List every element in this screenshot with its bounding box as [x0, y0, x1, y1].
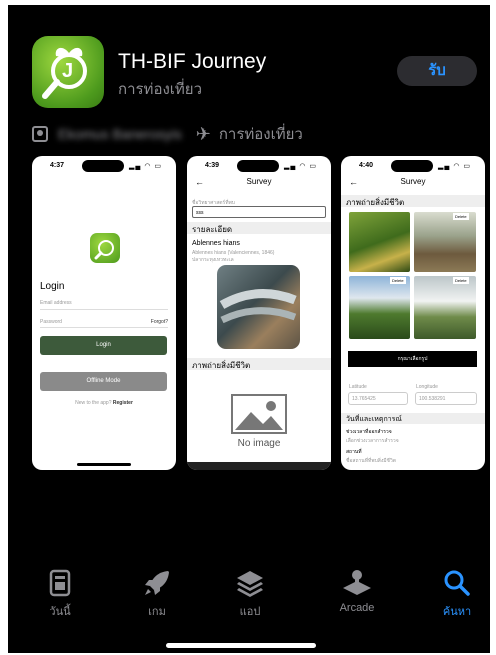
longitude-input[interactable]: 100.538291: [415, 392, 477, 405]
tab-apps[interactable]: แอป: [215, 568, 285, 620]
back-arrow-icon[interactable]: ←: [195, 177, 204, 187]
register-link[interactable]: Register: [113, 400, 133, 406]
section-photos: ภาพถ่ายสิ่งมีชีวิต: [192, 361, 251, 370]
tab-label: วันนี้: [49, 606, 71, 618]
status-time: 4:37: [50, 162, 65, 169]
photo-thumbnail[interactable]: [349, 212, 410, 272]
nav-title: Survey: [246, 177, 272, 186]
species-sub2: ปลากระทุงเหวทะเล: [192, 257, 234, 263]
date-input[interactable]: เลือกช่วงเวลาการสำรวจ: [346, 437, 399, 445]
photo-thumbnail[interactable]: [414, 276, 476, 339]
image-placeholder-icon: [231, 394, 287, 434]
app-store-page: J TH-BIF Journey การท่องเที่ยว รับ Ekomu…: [8, 5, 490, 653]
developer-icon: [32, 126, 48, 142]
place-label: สถานที่: [346, 449, 362, 455]
search-icon: [422, 568, 490, 598]
back-arrow-icon[interactable]: ←: [349, 177, 358, 187]
tab-bar: วันนี้ เกม แอป Arcade ค้นหา: [8, 558, 490, 628]
login-app-icon: [90, 233, 120, 263]
home-indicator[interactable]: [166, 643, 316, 648]
screenshot-login[interactable]: 4:37 ▂▄ ◠ ▭ Login Email address Password …: [32, 156, 176, 470]
login-button[interactable]: Login: [40, 336, 167, 355]
photo-thumbnail[interactable]: [414, 212, 476, 272]
tab-arcade[interactable]: Arcade: [322, 568, 392, 614]
species-input[interactable]: sss: [192, 206, 326, 218]
species-photo: [217, 265, 300, 349]
delete-button[interactable]: Delete: [453, 213, 469, 220]
rocket-icon: [122, 568, 192, 598]
app-icon: J: [32, 36, 104, 108]
delete-button[interactable]: Delete: [453, 277, 469, 284]
joystick-icon: [322, 568, 392, 598]
section-date: วันที่และเหตุการณ์: [346, 416, 402, 423]
tab-today[interactable]: วันนี้: [25, 568, 95, 620]
new-text: New to the app?: [75, 400, 112, 406]
developer-name[interactable]: Ekomus Banerosyis: [58, 126, 182, 142]
delete-button[interactable]: Delete: [390, 277, 406, 284]
species-name: Ablennes hians: [192, 240, 240, 247]
screenshot-survey-photos[interactable]: 4:40 ▂▄ ◠ ▭ ← Survey ภาพถ่ายสิ่งมีชีวิต De…: [341, 156, 485, 470]
app-icon-letter: J: [62, 60, 74, 82]
signal-icon: ▂▄ ◠ ▭: [129, 163, 162, 170]
app-subtitle: การท่องเที่ยว: [118, 81, 203, 98]
tab-label: แอป: [239, 606, 261, 618]
register-row: New to the app? Register: [32, 400, 176, 406]
screenshot-survey-detail[interactable]: 4:39 ▂▄ ◠ ▭ ← Survey ชื่อวิทยาศาสตร์ที่พบ …: [187, 156, 331, 470]
tab-label: Arcade: [339, 602, 375, 614]
status-time: 4:40: [359, 162, 374, 169]
developer-row: Ekomus Banerosyis ✈ การท่องเที่ยว: [32, 123, 303, 145]
status-time: 4:39: [205, 162, 220, 169]
section-photos: ภาพถ่ายสิ่งมีชีวิต: [346, 198, 405, 207]
offline-mode-button[interactable]: Offline Mode: [40, 372, 167, 391]
tab-games[interactable]: เกม: [122, 568, 192, 620]
tab-label: ค้นหา: [442, 606, 472, 618]
today-icon: [25, 568, 95, 598]
email-field[interactable]: Email address: [40, 300, 168, 310]
layers-icon: [215, 568, 285, 598]
category-label[interactable]: การท่องเที่ยว: [219, 122, 303, 146]
tab-label: เกม: [148, 606, 166, 618]
add-photo-button[interactable]: กรุณาเลือกรูป: [348, 351, 477, 367]
password-field[interactable]: Password: [40, 319, 140, 325]
tab-search[interactable]: ค้นหา: [422, 568, 490, 620]
longitude-label: Longitude: [416, 384, 438, 390]
nav-title: Survey: [400, 177, 426, 186]
latitude-label: Latitude: [349, 384, 367, 390]
get-button[interactable]: รับ: [397, 56, 477, 86]
section-detail: รายละเอียด: [192, 225, 233, 234]
signal-icon: ▂▄ ◠ ▭: [438, 163, 471, 170]
date-label: ช่วงเวลาที่ออกสำรวจ: [346, 429, 392, 435]
photo-thumbnail[interactable]: [349, 276, 410, 339]
login-title: Login: [40, 281, 65, 292]
airplane-icon: ✈: [195, 123, 211, 144]
signal-icon: ▂▄ ◠ ▭: [284, 163, 317, 170]
place-input[interactable]: ชื่อสถานที่ที่พบสิ่งมีชีวิต: [346, 457, 396, 465]
no-image-label: No image: [237, 438, 281, 449]
no-image-placeholder: [231, 394, 287, 434]
app-title: TH-BIF Journey: [118, 50, 267, 73]
forgot-link[interactable]: Forgot?: [151, 319, 168, 325]
latitude-input[interactable]: 13.765425: [348, 392, 408, 405]
